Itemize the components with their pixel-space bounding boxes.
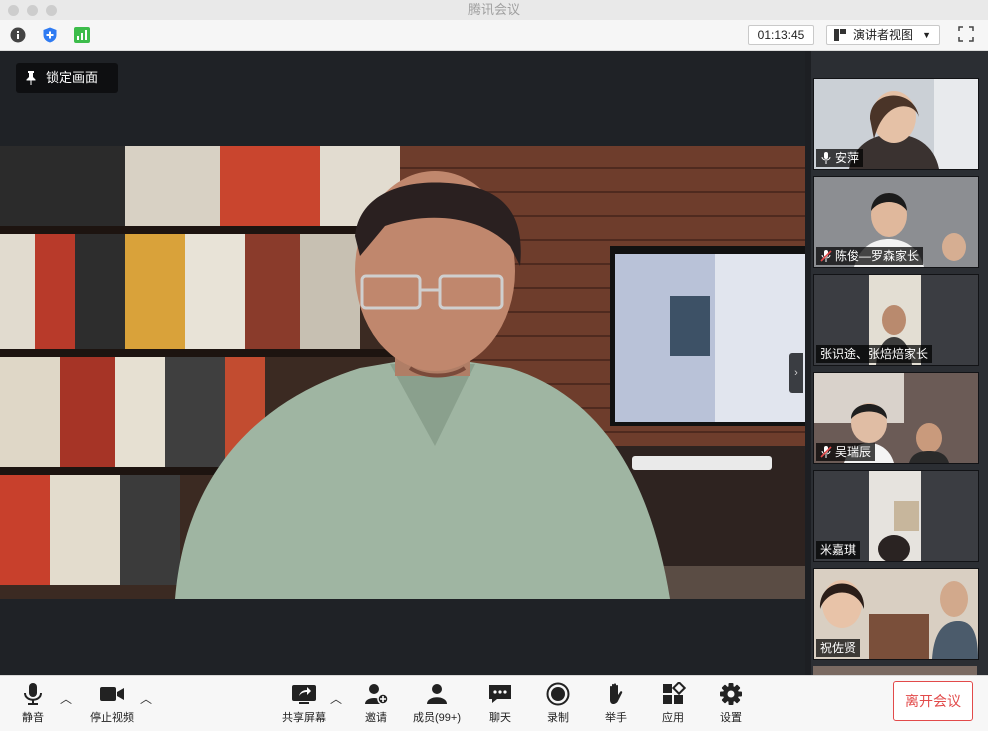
microphone-muted-icon — [820, 446, 832, 458]
gallery-divider[interactable] — [805, 51, 811, 675]
fullscreen-icon[interactable] — [958, 26, 974, 42]
meeting-toolbar: 静音 ︿ 停止视频 ︿ 共享屏幕 ︿ 邀请 成员(99+) 聊天 录制 举手 应… — [0, 675, 988, 731]
participant-name-badge: 陈俊—罗森家长 — [816, 247, 924, 265]
security-shield-icon[interactable] — [42, 27, 58, 43]
participant-name: 安萍 — [835, 151, 860, 165]
leave-meeting-button[interactable]: 离开会议 — [893, 681, 973, 721]
raise-hand-label: 举手 — [605, 712, 627, 724]
participant-tile-partial[interactable] — [813, 666, 977, 675]
apps-button[interactable]: 应用 — [655, 682, 691, 726]
participant-tile[interactable]: 陈俊—罗森家长 — [813, 176, 979, 268]
members-icon — [427, 684, 447, 704]
share-screen-button[interactable]: 共享屏幕 — [282, 682, 326, 726]
participant-name-badge: 安萍 — [816, 149, 864, 167]
add-person-icon — [365, 684, 389, 705]
share-options-chevron-icon[interactable]: ︿ — [330, 690, 342, 707]
participant-name-badge: 吴瑞辰 — [816, 443, 876, 461]
participant-name: 米嘉琪 — [820, 543, 857, 557]
raise-hand-icon — [610, 683, 623, 704]
raise-hand-button[interactable]: 举手 — [598, 682, 634, 726]
apps-grid-icon — [663, 682, 686, 704]
share-screen-label: 共享屏幕 — [282, 712, 326, 724]
members-label: 成员(99+) — [413, 712, 461, 724]
video-camera-icon — [100, 687, 124, 701]
microphone-icon — [821, 152, 831, 164]
participant-tile[interactable]: 米嘉琪 — [813, 470, 979, 562]
gear-icon — [720, 683, 742, 705]
settings-label: 设置 — [720, 712, 742, 724]
pin-icon — [26, 71, 36, 85]
participant-tile[interactable]: 张识途、张焙焙家长 — [813, 274, 979, 366]
microphone-muted-icon — [820, 250, 832, 262]
chat-bubble-icon — [489, 685, 511, 703]
meeting-info-bar: 01:13:45 演讲者视图 ▼ — [0, 20, 988, 51]
record-button[interactable]: 录制 — [540, 682, 576, 726]
participant-name-badge: 祝佐贤 — [816, 639, 861, 657]
collapse-sidebar-button[interactable]: › — [789, 353, 803, 393]
record-icon — [546, 682, 570, 706]
stop-video-label: 停止视频 — [90, 712, 134, 724]
view-mode-dropdown[interactable]: 演讲者视图 ▼ — [826, 25, 940, 45]
participant-name: 吴瑞辰 — [835, 445, 872, 459]
chat-button[interactable]: 聊天 — [482, 682, 518, 726]
share-screen-icon — [292, 685, 316, 704]
window-title: 腾讯会议 — [467, 2, 520, 17]
mute-button[interactable]: 静音 — [14, 682, 52, 726]
participant-name: 祝佐贤 — [820, 641, 857, 655]
lock-view-label: 锁定画面 — [46, 70, 99, 85]
microphone-icon — [24, 683, 42, 705]
view-mode-label: 演讲者视图 — [853, 28, 914, 42]
chat-label: 聊天 — [489, 712, 511, 724]
participant-name: 张识途、张焙焙家长 — [820, 347, 929, 361]
window-titlebar: 腾讯会议 — [0, 0, 988, 21]
participant-tile[interactable]: 祝佐贤 — [813, 568, 979, 660]
invite-label: 邀请 — [365, 712, 387, 724]
lock-view-button[interactable]: 锁定画面 — [16, 63, 118, 93]
participant-name-badge: 张识途、张焙焙家长 — [816, 345, 933, 363]
participant-name: 陈俊—罗森家长 — [835, 249, 920, 263]
chevron-down-icon: ▼ — [922, 30, 931, 40]
invite-button[interactable]: 邀请 — [358, 682, 394, 726]
speaker-video-frame — [0, 146, 805, 599]
record-label: 录制 — [547, 712, 569, 724]
participant-tile[interactable]: 吴瑞辰 — [813, 372, 979, 464]
video-options-chevron-icon[interactable]: ︿ — [140, 690, 152, 707]
members-button[interactable]: 成员(99+) — [410, 682, 464, 726]
chevron-right-icon: › — [794, 367, 798, 379]
main-stage: 锁定画面 › — [0, 51, 805, 675]
participant-name-badge: 米嘉琪 — [816, 541, 861, 559]
audio-options-chevron-icon[interactable]: ︿ — [60, 690, 72, 707]
network-signal-icon[interactable] — [74, 27, 90, 43]
layout-icon — [834, 29, 846, 41]
speaker-video — [0, 146, 805, 599]
apps-label: 应用 — [662, 712, 684, 724]
stop-video-button[interactable]: 停止视频 — [88, 682, 136, 726]
participant-tile[interactable]: 安萍 — [813, 78, 979, 170]
info-icon[interactable] — [10, 27, 26, 43]
meeting-duration: 01:13:45 — [748, 25, 814, 45]
mute-label: 静音 — [22, 712, 44, 724]
settings-button[interactable]: 设置 — [713, 682, 749, 726]
